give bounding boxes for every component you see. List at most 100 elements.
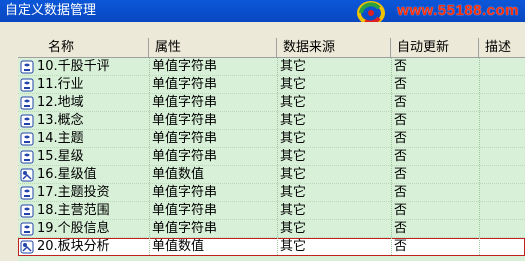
- cell-source: 其它: [280, 77, 307, 92]
- column-divider: [277, 220, 278, 237]
- cell-name: 10.千股千评: [37, 59, 110, 74]
- column-divider: [391, 130, 392, 147]
- cell-attribute: 单值数值: [152, 167, 205, 182]
- cell-source: 其它: [280, 113, 307, 128]
- table-row[interactable]: 10.千股千评 单值字符串 其它 否: [18, 58, 525, 76]
- table-row[interactable]: 13.概念 单值字符串 其它 否: [18, 112, 525, 130]
- column-divider: [479, 112, 480, 129]
- table-body: 10.千股千评 单值字符串 其它否 11.行业 单值字符串 其它否 12.地域 单值字符串 其它…: [18, 58, 525, 256]
- cell-attribute: 单值字符串: [152, 221, 218, 236]
- table-row[interactable]: 17.主题投资 单值字符串 其它 否: [18, 184, 525, 202]
- cell-auto-update: 否: [394, 221, 408, 236]
- text-field-icon: [18, 112, 36, 130]
- text-field-icon: [18, 76, 36, 94]
- column-divider: [277, 130, 278, 147]
- text-field-icon: [18, 58, 36, 76]
- cell-attribute: 单值字符串: [152, 131, 218, 146]
- cell-auto-update: 否: [394, 239, 408, 254]
- cell-source: 其它: [280, 221, 307, 236]
- cell-source: 其它: [280, 59, 307, 74]
- cell-source: 其它: [280, 95, 307, 110]
- column-divider: [391, 166, 392, 183]
- column-divider: [391, 202, 392, 219]
- cell-attribute: 单值字符串: [152, 149, 218, 164]
- cell-name: 11.行业: [37, 77, 84, 92]
- column-divider: [479, 130, 480, 147]
- column-divider: [149, 130, 150, 147]
- table-row[interactable]: 20.板块分析 单值数值 其它 否: [18, 238, 525, 256]
- cell-name: 15.星级: [37, 149, 84, 164]
- window-titlebar: 自定义数据管理 www.55188.com: [0, 0, 525, 25]
- column-header-source[interactable]: 数据来源: [277, 38, 391, 58]
- data-table[interactable]: 名称 属性 数据来源 自动更新 描述 10.千股千评 单值字符串 其它否 11.行业单…: [18, 38, 525, 261]
- cell-attribute: 单值字符串: [152, 203, 218, 218]
- column-divider: [479, 58, 480, 75]
- column-divider: [149, 220, 150, 237]
- cell-auto-update: 否: [394, 77, 408, 92]
- table-row[interactable]: 18.主营范围 单值字符串 其它 否: [18, 202, 525, 220]
- column-divider: [479, 238, 480, 255]
- cell-auto-update: 否: [394, 113, 408, 128]
- column-divider: [277, 58, 278, 75]
- cell-source: 其它: [280, 185, 307, 200]
- column-divider: [391, 220, 392, 237]
- table-row[interactable]: 15.星级 单值字符串 其它 否: [18, 148, 525, 166]
- column-header-auto-update[interactable]: 自动更新: [391, 38, 479, 58]
- cell-source: 其它: [280, 203, 307, 218]
- cell-auto-update: 否: [394, 131, 408, 146]
- column-divider: [479, 184, 480, 201]
- cell-attribute: 单值字符串: [152, 59, 218, 74]
- column-divider: [277, 202, 278, 219]
- column-header-name[interactable]: 名称: [18, 38, 149, 58]
- cell-source: 其它: [280, 239, 307, 254]
- cell-auto-update: 否: [394, 203, 408, 218]
- cell-name: 17.主题投资: [37, 185, 110, 200]
- column-divider: [277, 76, 278, 93]
- cell-auto-update: 否: [394, 59, 408, 74]
- column-divider: [149, 166, 150, 183]
- column-divider: [149, 112, 150, 129]
- cell-attribute: 单值字符串: [152, 95, 218, 110]
- text-field-icon: [18, 130, 36, 148]
- cell-auto-update: 否: [394, 185, 408, 200]
- column-divider: [277, 112, 278, 129]
- column-divider: [479, 166, 480, 183]
- cell-name: 20.板块分析: [37, 239, 110, 254]
- table-row[interactable]: 14.主题 单值字符串 其它 否: [18, 130, 525, 148]
- column-divider: [479, 148, 480, 165]
- cell-auto-update: 否: [394, 167, 408, 182]
- cell-attribute: 单值字符串: [152, 113, 218, 128]
- column-divider: [149, 202, 150, 219]
- column-divider: [391, 184, 392, 201]
- cell-source: 其它: [280, 131, 307, 146]
- number-field-icon: [18, 238, 36, 256]
- column-divider: [149, 94, 150, 111]
- text-field-icon: [18, 202, 36, 220]
- dialog-body: 名称 属性 数据来源 自动更新 描述 10.千股千评 单值字符串 其它否 11.行业单…: [0, 22, 525, 261]
- column-divider: [277, 184, 278, 201]
- table-header: 名称 属性 数据来源 自动更新 描述: [18, 38, 525, 58]
- column-divider: [391, 148, 392, 165]
- table-row[interactable]: 11.行业 单值字符串 其它 否: [18, 76, 525, 94]
- table-row[interactable]: 16.星级值 单值数值 其它 否: [18, 166, 525, 184]
- cell-name: 12.地域: [37, 95, 84, 110]
- text-field-icon: [18, 148, 36, 166]
- watermark-url: www.55188.com: [397, 2, 519, 19]
- column-divider: [277, 148, 278, 165]
- cell-attribute: 单值字符串: [152, 77, 218, 92]
- column-divider: [479, 202, 480, 219]
- cell-attribute: 单值数值: [152, 239, 205, 254]
- cell-name: 16.星级值: [37, 167, 97, 182]
- column-divider: [479, 94, 480, 111]
- column-divider: [479, 76, 480, 93]
- column-divider: [277, 94, 278, 111]
- text-field-icon: [18, 184, 36, 202]
- column-divider: [391, 238, 392, 255]
- column-divider: [391, 112, 392, 129]
- column-header-description[interactable]: 描述: [479, 38, 525, 58]
- text-field-icon: [18, 220, 36, 238]
- table-row[interactable]: 12.地域 单值字符串 其它 否: [18, 94, 525, 112]
- column-divider: [149, 184, 150, 201]
- table-row[interactable]: 19.个股信息 单值字符串 其它 否: [18, 220, 525, 238]
- column-header-attribute[interactable]: 属性: [149, 38, 277, 58]
